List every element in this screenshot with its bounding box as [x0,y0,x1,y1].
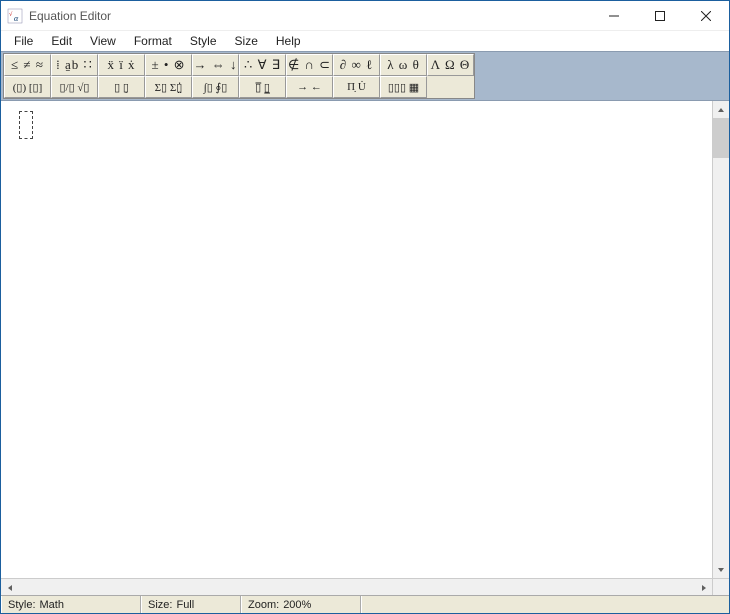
equation-canvas[interactable] [1,101,712,578]
status-spacer [361,596,729,613]
summation-templates[interactable]: Σ▯ Σ▯̤̇ [145,76,192,98]
vertical-scrollbar[interactable] [712,101,729,578]
menu-edit[interactable]: Edit [42,32,81,50]
menu-style[interactable]: Style [181,32,226,50]
integral-templates[interactable]: ∫▯ ∮▯ [192,76,239,98]
titlebar: √ α Equation Editor [1,1,729,31]
status-zoom-value: 200% [283,599,311,611]
close-button[interactable] [683,1,729,31]
vertical-scroll-track[interactable] [713,158,729,561]
status-style-value: Math [40,599,64,611]
status-size: Size: Full [141,596,241,613]
embellishments[interactable]: ẍ ï ẋ [98,54,145,76]
horizontal-scroll-track[interactable] [18,579,695,595]
status-zoom: Zoom: 200% [241,596,361,613]
set-theory-symbols[interactable]: ∉ ∩ ⊂ [286,54,333,76]
window-title: Equation Editor [29,9,111,23]
palette-row-1: ≤ ≠ ≈ ⁞ a̱b ∷ ẍ ï ẋ ± • ⊗ → ⇔ ↓ ∴ ∀ ∃ ∉ … [4,54,474,76]
scroll-down-button[interactable] [713,561,729,578]
menu-help[interactable]: Help [267,32,310,50]
matrix-templates[interactable]: ▯▯▯ ▦ [380,76,427,98]
logical-symbols[interactable]: ∴ ∀ ∃ [239,54,286,76]
status-size-value: Full [176,599,194,611]
app-icon: √ α [7,8,23,24]
misc-symbols[interactable]: ∂ ∞ ℓ [333,54,380,76]
arrow-symbols[interactable]: → ⇔ ↓ [192,54,239,76]
scroll-left-button[interactable] [1,579,18,596]
symbol-palette: ≤ ≠ ≈ ⁞ a̱b ∷ ẍ ï ẋ ± • ⊗ → ⇔ ↓ ∴ ∀ ∃ ∉ … [3,53,475,99]
palette-row-2: (▯) [▯] ▯/▯ √▯ ▯ ▯̣ Σ▯ Σ▯̤̇ ∫▯ ∮▯ ▯̅ ▯̲ … [4,76,474,98]
operator-symbols[interactable]: ± • ⊗ [145,54,192,76]
menubar: File Edit View Format Style Size Help [1,31,729,51]
status-zoom-label: Zoom: [248,599,279,611]
maximize-button[interactable] [637,1,683,31]
greek-uppercase[interactable]: Λ Ω Θ [427,54,474,76]
labeled-arrow-templates[interactable]: → ← [286,76,333,98]
scrollbar-corner [712,579,729,595]
status-size-label: Size: [148,599,172,611]
vertical-scroll-thumb[interactable] [713,118,729,158]
scroll-right-button[interactable] [695,579,712,596]
empty-slot-cursor[interactable] [19,111,33,139]
fraction-radical-templates[interactable]: ▯/▯ √▯ [51,76,98,98]
status-style-label: Style: [8,599,36,611]
horizontal-scrollbar[interactable] [1,578,729,595]
status-style: Style: Math [1,596,141,613]
menu-view[interactable]: View [81,32,125,50]
minimize-button[interactable] [591,1,637,31]
menu-format[interactable]: Format [125,32,181,50]
products-set-templates[interactable]: Π̣ U̇ [333,76,380,98]
statusbar: Style: Math Size: Full Zoom: 200% [1,595,729,613]
relational-symbols[interactable]: ≤ ≠ ≈ [4,54,51,76]
fence-templates[interactable]: (▯) [▯] [4,76,51,98]
workarea [1,101,729,578]
subscript-superscript-templates[interactable]: ▯ ▯̣ [98,76,145,98]
scroll-up-button[interactable] [713,101,729,118]
toolbar: ≤ ≠ ≈ ⁞ a̱b ∷ ẍ ï ẋ ± • ⊗ → ⇔ ↓ ∴ ∀ ∃ ∉ … [1,51,729,101]
greek-lowercase[interactable]: λ ω θ [380,54,427,76]
spaces-ellipses[interactable]: ⁞ a̱b ∷ [51,54,98,76]
menu-size[interactable]: Size [226,32,267,50]
menu-file[interactable]: File [5,32,42,50]
underbar-overbar-templates[interactable]: ▯̅ ▯̲ [239,76,286,98]
